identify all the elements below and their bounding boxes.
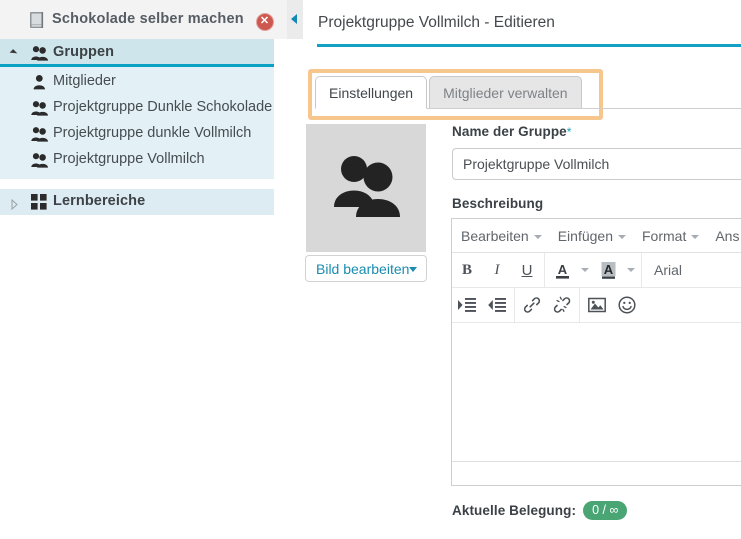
chevron-down-icon — [691, 234, 700, 239]
menu-format[interactable]: Format — [633, 228, 706, 244]
occupancy-row: Aktuelle Belegung: 0 / ∞ — [452, 501, 628, 520]
chevron-down-icon[interactable] — [577, 256, 593, 284]
chevron-down-icon — [409, 267, 417, 272]
editor-menubar: Bearbeiten Einfügen Format Ans — [452, 219, 741, 253]
menu-ansicht[interactable]: Ans — [706, 228, 741, 244]
sidebar-item-label: Projektgruppe Dunkle Schokolade — [53, 99, 273, 115]
course-navigation-sidebar: Schokolade selber machen ✕ Gruppen Mitgl… — [0, 0, 287, 539]
menu-bearbeiten-label: Bearbeiten — [461, 227, 529, 244]
toolbar-divider — [514, 288, 515, 322]
menu-format-label: Format — [642, 227, 687, 244]
occupancy-label: Aktuelle Belegung: — [452, 503, 577, 518]
menu-einfuegen[interactable]: Einfügen — [549, 228, 633, 244]
editor-status-bar — [452, 461, 741, 485]
group-image-preview — [306, 124, 426, 252]
name-field-label: Name der Gruppe* — [452, 124, 572, 139]
edit-image-button[interactable]: Bild bearbeiten — [305, 255, 427, 282]
tab-bar: Einstellungen Mitglieder verwalten — [315, 76, 582, 109]
editor-content-area[interactable] — [452, 323, 741, 461]
people-avatar-icon — [332, 152, 402, 224]
toolbar-divider — [579, 288, 580, 322]
description-field-label: Beschreibung — [452, 196, 544, 211]
underline-icon[interactable]: U — [512, 256, 542, 284]
tab-mitglieder-verwalten[interactable]: Mitglieder verwalten — [429, 76, 582, 109]
grid-icon — [31, 194, 47, 210]
required-marker: * — [566, 125, 572, 139]
toolbar-divider — [544, 253, 545, 287]
edit-image-label: Bild bearbeiten — [316, 261, 410, 277]
people-icon — [31, 152, 48, 168]
chevron-down-icon[interactable] — [623, 256, 639, 284]
svg-text:A: A — [603, 262, 613, 277]
editor-toolbar-formatting: B I U A A Arial — [452, 253, 741, 288]
sidebar-item-label: Mitglieder — [53, 73, 116, 89]
tree-spacer — [0, 179, 274, 189]
toolbar-divider — [641, 253, 642, 287]
name-label-text: Name der Gruppe — [452, 124, 567, 139]
sidebar-group-lernbereiche[interactable]: Lernbereiche — [0, 189, 274, 215]
sidebar-item-projektgruppe-dunkle-vollmilch[interactable]: Projektgruppe dunkle Vollmilch — [0, 121, 274, 147]
chevron-right-icon[interactable] — [11, 197, 18, 211]
navigation-tree: Gruppen Mitglieder Projektgruppe Dunkle … — [0, 39, 274, 215]
chevron-left-icon — [291, 14, 297, 24]
background-color-icon[interactable]: A — [593, 256, 623, 284]
chevron-down-icon[interactable] — [9, 49, 18, 57]
indent-icon[interactable] — [452, 291, 482, 319]
collapse-left-icon[interactable] — [287, 0, 303, 39]
book-icon — [30, 12, 45, 28]
editor-toolbar-insert — [452, 288, 741, 323]
text-color-icon[interactable]: A — [547, 256, 577, 284]
group-edit-panel: Projektgruppe Vollmilch - Editieren Eins… — [303, 0, 741, 539]
group-name-input[interactable] — [452, 148, 741, 180]
sidebar-item-mitglieder[interactable]: Mitglieder — [0, 69, 274, 95]
sidebar-item-projektgruppe-dunkle-schokolade[interactable]: Projektgruppe Dunkle Schokolade — [0, 95, 274, 121]
image-icon[interactable] — [582, 291, 612, 319]
sidebar-group-children: Mitglieder Projektgruppe Dunkle Schokola… — [0, 67, 274, 179]
people-icon — [31, 126, 48, 142]
sidebar-item-label: Projektgruppe Vollmilch — [53, 151, 205, 167]
rich-text-editor: Bearbeiten Einfügen Format Ans B I U A A… — [451, 218, 741, 486]
sidebar-group-label: Gruppen — [53, 44, 115, 60]
menu-einfuegen-label: Einfügen — [557, 227, 613, 244]
outdent-icon[interactable] — [482, 291, 512, 319]
occupancy-badge: 0 / ∞ — [583, 501, 628, 520]
emoticon-icon[interactable] — [612, 291, 642, 319]
unlink-icon[interactable] — [547, 291, 577, 319]
people-icon — [31, 100, 48, 116]
page-title: Projektgruppe Vollmilch - Editieren — [318, 14, 555, 31]
svg-text:A: A — [557, 262, 567, 277]
application-window: Schokolade selber machen ✕ Gruppen Mitgl… — [0, 0, 741, 539]
italic-icon[interactable]: I — [482, 256, 512, 284]
sidebar-group-label: Lernbereiche — [53, 193, 146, 209]
chevron-down-icon — [533, 234, 542, 239]
sidebar-item-label: Projektgruppe dunkle Vollmilch — [53, 125, 252, 141]
title-underline — [317, 44, 741, 47]
sidebar-header: Schokolade selber machen ✕ — [0, 0, 287, 39]
tab-einstellungen[interactable]: Einstellungen — [315, 76, 428, 109]
sidebar-title: Schokolade selber machen — [52, 11, 244, 27]
sidebar-group-gruppen[interactable]: Gruppen — [0, 39, 274, 67]
person-icon — [31, 74, 48, 90]
menu-ansicht-label: Ans — [715, 227, 740, 244]
chevron-down-icon — [618, 234, 626, 239]
link-icon[interactable] — [517, 291, 547, 319]
font-family-select[interactable]: Arial — [644, 262, 682, 278]
people-icon — [31, 45, 48, 61]
menu-bearbeiten[interactable]: Bearbeiten — [452, 228, 549, 244]
sidebar-item-projektgruppe-vollmilch[interactable]: Projektgruppe Vollmilch — [0, 147, 274, 173]
close-icon[interactable]: ✕ — [256, 13, 274, 31]
bold-icon[interactable]: B — [452, 256, 482, 284]
